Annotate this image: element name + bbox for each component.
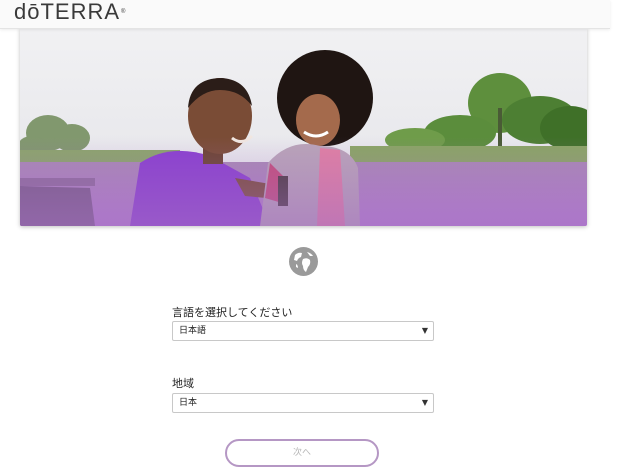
doterra-logo[interactable]: dōTERRA® bbox=[14, 0, 126, 24]
chevron-down-icon: ▼ bbox=[421, 398, 428, 407]
language-label: 言語を選択してください bbox=[172, 306, 293, 319]
chevron-down-icon: ▼ bbox=[421, 326, 428, 335]
hero-image bbox=[20, 28, 587, 226]
next-button[interactable]: 次へ bbox=[225, 439, 379, 467]
language-select[interactable]: 日本語 ▼ bbox=[172, 321, 434, 341]
region-select[interactable]: 日本 ▼ bbox=[172, 393, 434, 413]
region-selected-value: 日本 bbox=[179, 398, 198, 408]
site-header: dōTERRA® bbox=[0, 0, 610, 29]
language-selected-value: 日本語 bbox=[179, 326, 207, 336]
region-label: 地域 bbox=[172, 377, 194, 390]
next-button-label: 次へ bbox=[292, 448, 311, 458]
globe-icon bbox=[288, 246, 319, 277]
